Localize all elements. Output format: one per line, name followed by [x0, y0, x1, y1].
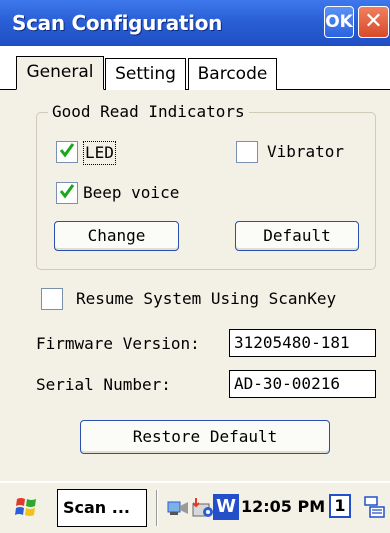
serial-number-field[interactable]: AD-30-00216	[229, 370, 376, 398]
restore-default-button[interactable]: Restore Default	[80, 420, 330, 454]
word-icon[interactable]: W	[213, 494, 239, 520]
led-checkbox[interactable]	[56, 141, 78, 163]
windows-flag-icon[interactable]	[14, 494, 40, 520]
network-icon[interactable]	[166, 494, 192, 520]
checkmark-icon	[59, 184, 75, 199]
clock[interactable]: 12:05 PM	[241, 490, 325, 524]
keyboard-icon[interactable]	[364, 494, 388, 520]
beep-voice-checkbox[interactable]	[56, 182, 78, 204]
window-title: Scan Configuration	[12, 11, 223, 35]
taskbar-scan-button[interactable]: Scan ...	[57, 489, 147, 527]
checkmark-icon	[59, 143, 75, 158]
vibrator-label: Vibrator	[267, 142, 345, 161]
ok-button[interactable]: OK	[324, 6, 354, 38]
tab-general[interactable]: General	[16, 56, 104, 90]
firmware-version-field[interactable]: 31205480-181	[229, 329, 376, 357]
input-indicator[interactable]: 1	[329, 494, 351, 518]
firmware-version-label: Firmware Version:	[36, 334, 200, 353]
close-button[interactable]: ✕	[358, 6, 389, 38]
resume-scankey-label: Resume System Using ScanKey	[76, 289, 337, 308]
group-title: Good Read Indicators	[48, 102, 249, 122]
beep-voice-label: Beep voice	[83, 183, 180, 202]
tab-barcode[interactable]: Barcode	[188, 58, 277, 90]
default-button[interactable]: Default	[235, 221, 359, 251]
vibrator-checkbox[interactable]	[236, 141, 258, 163]
taskbar-separator	[156, 490, 158, 526]
serial-number-label: Serial Number:	[36, 375, 171, 394]
tab-setting[interactable]: Setting	[105, 58, 186, 90]
led-label: LED	[83, 141, 116, 165]
resume-scankey-checkbox[interactable]	[41, 288, 63, 310]
change-button[interactable]: Change	[54, 221, 179, 251]
